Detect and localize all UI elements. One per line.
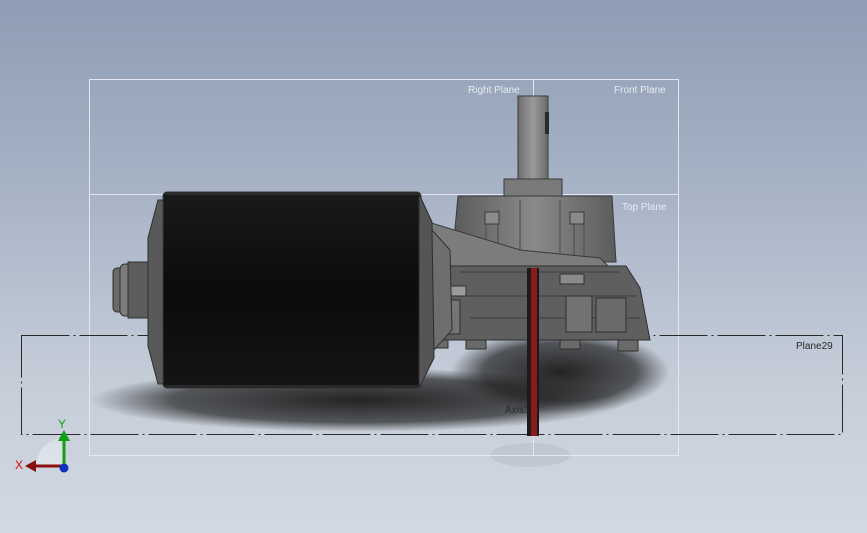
top-plane-label[interactable]: Top Plane bbox=[622, 202, 667, 213]
axis3-label: Axis3 bbox=[505, 405, 530, 416]
motor-assembly[interactable] bbox=[112, 191, 453, 389]
motor-body[interactable] bbox=[162, 191, 422, 389]
triad-quarter-disc bbox=[36, 438, 64, 466]
triad-z-icon bbox=[59, 463, 69, 473]
graphics-viewport[interactable]: Axis3 Right Plane Front Plane Top Plane … bbox=[0, 0, 867, 533]
orientation-triad[interactable]: Y X bbox=[15, 417, 70, 473]
plane29-label[interactable]: Plane29 bbox=[796, 341, 833, 352]
triad-y-label: Y bbox=[58, 417, 66, 431]
triad-x-label: X bbox=[15, 458, 23, 472]
right-plane-label[interactable]: Right Plane bbox=[468, 85, 520, 96]
output-shaft[interactable] bbox=[517, 95, 549, 181]
front-plane-label[interactable]: Front Plane bbox=[614, 85, 666, 96]
